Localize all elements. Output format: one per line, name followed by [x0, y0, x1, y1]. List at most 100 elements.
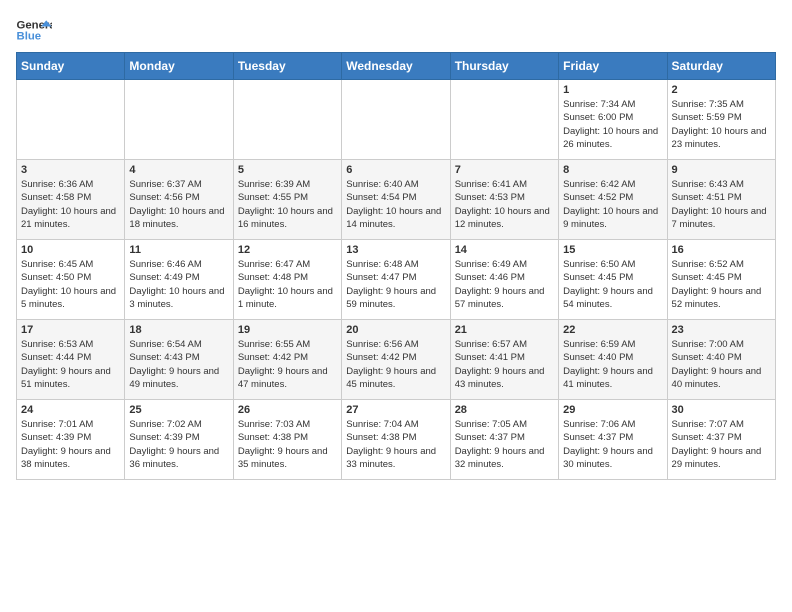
day-number: 13 — [346, 244, 445, 256]
day-number: 26 — [238, 404, 337, 416]
calendar-cell — [17, 80, 125, 160]
calendar-cell: 23 Sunrise: 7:00 AM Sunset: 4:40 PM Dayli… — [667, 320, 775, 400]
page-header: General Blue — [16, 16, 776, 44]
day-number: 15 — [563, 244, 662, 256]
day-number: 8 — [563, 164, 662, 176]
day-number: 10 — [21, 244, 120, 256]
calendar-cell: 2 Sunrise: 7:35 AM Sunset: 5:59 PM Daylig… — [667, 80, 775, 160]
day-number: 16 — [672, 244, 771, 256]
calendar-cell: 6 Sunrise: 6:40 AM Sunset: 4:54 PM Daylig… — [342, 160, 450, 240]
calendar-cell: 29Sunrise: 7:06 AM Sunset: 4:37 PM Dayli… — [559, 400, 667, 480]
day-info: Sunrise: 6:54 AM Sunset: 4:43 PM Dayligh… — [129, 338, 228, 391]
day-info: Sunrise: 6:49 AM Sunset: 4:46 PM Dayligh… — [455, 258, 554, 311]
day-info: Sunrise: 6:39 AM Sunset: 4:55 PM Dayligh… — [238, 178, 337, 231]
logo-icon: General Blue — [16, 16, 52, 44]
calendar-cell: 27 Sunrise: 7:04 AM Sunset: 4:38 PM Dayli… — [342, 400, 450, 480]
logo: General Blue — [16, 16, 52, 44]
day-info: Sunrise: 7:06 AM Sunset: 4:37 PM Dayligh… — [563, 418, 662, 471]
day-number: 7 — [455, 164, 554, 176]
calendar-cell: 13 Sunrise: 6:48 AM Sunset: 4:47 PM Dayli… — [342, 240, 450, 320]
calendar-cell — [125, 80, 233, 160]
calendar-cell: 21 Sunrise: 6:57 AM Sunset: 4:41 PM Dayli… — [450, 320, 558, 400]
calendar-cell: 18 Sunrise: 6:54 AM Sunset: 4:43 PM Dayli… — [125, 320, 233, 400]
day-info: Sunrise: 7:34 AM Sunset: 6:00 PM Dayligh… — [563, 98, 662, 151]
calendar-cell: 14 Sunrise: 6:49 AM Sunset: 4:46 PM Dayli… — [450, 240, 558, 320]
day-info: Sunrise: 6:47 AM Sunset: 4:48 PM Dayligh… — [238, 258, 337, 311]
calendar-cell — [450, 80, 558, 160]
week-row-2: 10 Sunrise: 6:45 AM Sunset: 4:50 PM Dayli… — [17, 240, 776, 320]
day-info: Sunrise: 6:50 AM Sunset: 4:45 PM Dayligh… — [563, 258, 662, 311]
day-number: 3 — [21, 164, 120, 176]
day-info: Sunrise: 6:48 AM Sunset: 4:47 PM Dayligh… — [346, 258, 445, 311]
calendar-cell: 24 Sunrise: 7:01 AM Sunset: 4:39 PM Dayli… — [17, 400, 125, 480]
calendar-cell: 11Sunrise: 6:46 AM Sunset: 4:49 PM Dayli… — [125, 240, 233, 320]
weekday-header-row: SundayMondayTuesdayWednesdayThursdayFrid… — [17, 53, 776, 80]
day-number: 14 — [455, 244, 554, 256]
day-info: Sunrise: 6:55 AM Sunset: 4:42 PM Dayligh… — [238, 338, 337, 391]
calendar-cell: 30Sunrise: 7:07 AM Sunset: 4:37 PM Dayli… — [667, 400, 775, 480]
day-info: Sunrise: 6:43 AM Sunset: 4:51 PM Dayligh… — [672, 178, 771, 231]
day-info: Sunrise: 7:00 AM Sunset: 4:40 PM Dayligh… — [672, 338, 771, 391]
day-number: 5 — [238, 164, 337, 176]
calendar-cell: 4Sunrise: 6:37 AM Sunset: 4:56 PM Daylig… — [125, 160, 233, 240]
svg-text:Blue: Blue — [17, 31, 42, 43]
day-number: 2 — [672, 84, 771, 96]
weekday-header-sunday: Sunday — [17, 53, 125, 80]
day-number: 18 — [129, 324, 228, 336]
week-row-4: 24 Sunrise: 7:01 AM Sunset: 4:39 PM Dayli… — [17, 400, 776, 480]
day-info: Sunrise: 7:03 AM Sunset: 4:38 PM Dayligh… — [238, 418, 337, 471]
day-info: Sunrise: 7:02 AM Sunset: 4:39 PM Dayligh… — [129, 418, 228, 471]
calendar-cell: 16 Sunrise: 6:52 AM Sunset: 4:45 PM Dayli… — [667, 240, 775, 320]
day-info: Sunrise: 6:57 AM Sunset: 4:41 PM Dayligh… — [455, 338, 554, 391]
calendar-cell: 15 Sunrise: 6:50 AM Sunset: 4:45 PM Dayli… — [559, 240, 667, 320]
day-info: Sunrise: 7:05 AM Sunset: 4:37 PM Dayligh… — [455, 418, 554, 471]
day-number: 22 — [563, 324, 662, 336]
calendar-cell: 26 Sunrise: 7:03 AM Sunset: 4:38 PM Dayli… — [233, 400, 341, 480]
calendar-cell: 20Sunrise: 6:56 AM Sunset: 4:42 PM Dayli… — [342, 320, 450, 400]
day-number: 25 — [129, 404, 228, 416]
weekday-header-monday: Monday — [125, 53, 233, 80]
day-info: Sunrise: 7:07 AM Sunset: 4:37 PM Dayligh… — [672, 418, 771, 471]
day-info: Sunrise: 7:04 AM Sunset: 4:38 PM Dayligh… — [346, 418, 445, 471]
calendar-cell: 7Sunrise: 6:41 AM Sunset: 4:53 PM Daylig… — [450, 160, 558, 240]
calendar-cell: 3 Sunrise: 6:36 AM Sunset: 4:58 PM Daylig… — [17, 160, 125, 240]
weekday-header-tuesday: Tuesday — [233, 53, 341, 80]
calendar-cell: 9 Sunrise: 6:43 AM Sunset: 4:51 PM Daylig… — [667, 160, 775, 240]
week-row-1: 3 Sunrise: 6:36 AM Sunset: 4:58 PM Daylig… — [17, 160, 776, 240]
day-number: 12 — [238, 244, 337, 256]
calendar-cell — [342, 80, 450, 160]
day-number: 21 — [455, 324, 554, 336]
calendar-cell: 17Sunrise: 6:53 AM Sunset: 4:44 PM Dayli… — [17, 320, 125, 400]
day-number: 27 — [346, 404, 445, 416]
weekday-header-thursday: Thursday — [450, 53, 558, 80]
day-info: Sunrise: 6:36 AM Sunset: 4:58 PM Dayligh… — [21, 178, 120, 231]
day-number: 23 — [672, 324, 771, 336]
calendar-cell: 10 Sunrise: 6:45 AM Sunset: 4:50 PM Dayli… — [17, 240, 125, 320]
day-info: Sunrise: 6:53 AM Sunset: 4:44 PM Dayligh… — [21, 338, 120, 391]
calendar-cell: 12 Sunrise: 6:47 AM Sunset: 4:48 PM Dayli… — [233, 240, 341, 320]
day-number: 28 — [455, 404, 554, 416]
calendar-cell: 25 Sunrise: 7:02 AM Sunset: 4:39 PM Dayli… — [125, 400, 233, 480]
calendar-cell: 28 Sunrise: 7:05 AM Sunset: 4:37 PM Dayli… — [450, 400, 558, 480]
calendar-table: SundayMondayTuesdayWednesdayThursdayFrid… — [16, 52, 776, 480]
calendar-cell — [233, 80, 341, 160]
day-info: Sunrise: 6:37 AM Sunset: 4:56 PM Dayligh… — [129, 178, 228, 231]
day-number: 24 — [21, 404, 120, 416]
day-number: 6 — [346, 164, 445, 176]
day-number: 9 — [672, 164, 771, 176]
weekday-header-friday: Friday — [559, 53, 667, 80]
calendar-cell: 1 Sunrise: 7:34 AM Sunset: 6:00 PM Daylig… — [559, 80, 667, 160]
day-info: Sunrise: 6:52 AM Sunset: 4:45 PM Dayligh… — [672, 258, 771, 311]
weekday-header-saturday: Saturday — [667, 53, 775, 80]
day-number: 1 — [563, 84, 662, 96]
calendar-cell: 5 Sunrise: 6:39 AM Sunset: 4:55 PM Daylig… — [233, 160, 341, 240]
calendar-cell: 22Sunrise: 6:59 AM Sunset: 4:40 PM Dayli… — [559, 320, 667, 400]
week-row-0: 1 Sunrise: 7:34 AM Sunset: 6:00 PM Daylig… — [17, 80, 776, 160]
day-info: Sunrise: 7:01 AM Sunset: 4:39 PM Dayligh… — [21, 418, 120, 471]
day-info: Sunrise: 6:40 AM Sunset: 4:54 PM Dayligh… — [346, 178, 445, 231]
day-number: 20 — [346, 324, 445, 336]
day-info: Sunrise: 6:45 AM Sunset: 4:50 PM Dayligh… — [21, 258, 120, 311]
day-info: Sunrise: 7:35 AM Sunset: 5:59 PM Dayligh… — [672, 98, 771, 151]
day-number: 11 — [129, 244, 228, 256]
day-info: Sunrise: 6:42 AM Sunset: 4:52 PM Dayligh… — [563, 178, 662, 231]
